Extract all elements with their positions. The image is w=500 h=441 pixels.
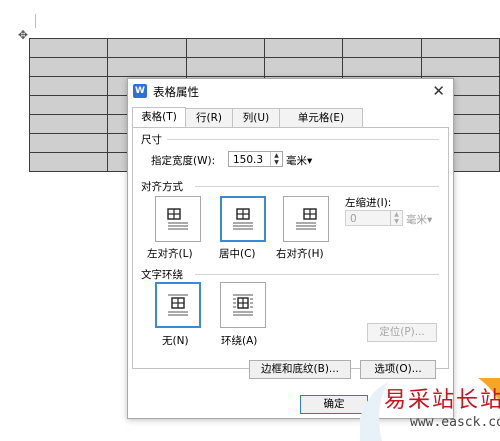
ok-button[interactable]: 确定 (300, 395, 368, 414)
table-cell[interactable] (28, 76, 109, 96)
width-spinner[interactable]: ▲ ▼ (270, 152, 282, 166)
wrap-section-label: 文字环绕 (141, 269, 183, 281)
width-label: 指定宽度(W): (151, 155, 216, 167)
table-cell[interactable] (28, 57, 109, 77)
wrap-around-icon (233, 294, 253, 316)
watermark-text: 易采站长站 (384, 388, 500, 413)
wps-app-icon: W (133, 84, 147, 98)
align-center-label: 居中(C) (219, 248, 256, 260)
indent-unit-dropdown[interactable]: 毫米▾ (406, 212, 432, 227)
table-cell[interactable] (185, 57, 265, 77)
align-center-icon (233, 208, 253, 230)
text-cursor-line (35, 14, 36, 28)
table-cell[interactable] (28, 114, 109, 134)
align-left-icon (167, 208, 188, 230)
align-left-option[interactable] (155, 196, 201, 242)
size-section-label: 尺寸 (141, 134, 162, 146)
indent-input[interactable]: 0 ▲ ▼ (345, 210, 403, 226)
table-cell[interactable] (28, 95, 109, 115)
tab-row[interactable]: 行(R) (185, 108, 233, 127)
table-cell[interactable] (28, 152, 109, 172)
watermark-url: www.easck.com (410, 415, 500, 430)
width-input[interactable]: 150.3 ▲ ▼ (228, 151, 283, 167)
tab-panel-table: 尺寸 指定宽度(W): 150.3 ▲ ▼ 毫米▾ 对齐方式 左对齐(L) 居中… (132, 127, 449, 369)
wrap-none-label: 无(N) (162, 335, 189, 347)
table-cell[interactable] (342, 38, 422, 58)
wrap-none-icon (168, 294, 188, 316)
position-button[interactable]: 定位(P)... (367, 323, 437, 342)
options-button[interactable]: 选项(O)... (360, 360, 436, 379)
wrap-none-option[interactable] (155, 282, 201, 328)
table-properties-dialog: W 表格属性 ✕ 表格(T) 行(R) 列(U) 单元格(E) 尺寸 指定宽度(… (127, 78, 454, 419)
table-cell[interactable] (263, 38, 344, 58)
tab-cell[interactable]: 单元格(E) (279, 108, 363, 127)
table-cell[interactable] (420, 38, 500, 58)
align-section-label: 对齐方式 (141, 181, 183, 193)
move-cross-icon[interactable]: ✥ (16, 28, 30, 42)
table-cell[interactable] (28, 133, 109, 153)
tab-table[interactable]: 表格(T) (132, 107, 186, 128)
align-section-rule (195, 186, 439, 187)
table-cell[interactable] (107, 38, 187, 58)
table-row (28, 57, 500, 77)
table-cell[interactable] (263, 57, 344, 77)
table-cell[interactable] (342, 57, 422, 77)
dialog-titlebar[interactable]: W 表格属性 ✕ (128, 79, 453, 103)
align-right-label: 右对齐(H) (276, 248, 324, 260)
size-section-rule (167, 139, 439, 140)
site-watermark: 易采站长站 www.easck.com (360, 378, 500, 441)
wrap-section-rule (195, 274, 439, 275)
indent-label: 左缩进(I): (345, 197, 392, 209)
borders-shading-button[interactable]: 边框和底纹(B)... (249, 360, 351, 379)
width-unit-dropdown[interactable]: 毫米▾ (286, 153, 312, 168)
table-cell[interactable] (28, 38, 109, 58)
align-left-label: 左对齐(L) (147, 248, 193, 260)
align-center-option[interactable] (220, 196, 266, 242)
indent-spinner[interactable]: ▲ ▼ (390, 211, 402, 225)
align-right-option[interactable] (283, 196, 329, 242)
wrap-around-option[interactable] (220, 282, 266, 328)
width-value: 150.3 (233, 154, 264, 166)
table-cell[interactable] (185, 38, 265, 58)
tab-column[interactable]: 列(U) (232, 108, 280, 127)
wrap-around-label: 环绕(A) (221, 335, 258, 347)
table-cell[interactable] (107, 57, 187, 77)
dialog-title: 表格属性 (153, 85, 199, 99)
close-icon[interactable]: ✕ (432, 82, 445, 100)
table-row (28, 38, 500, 58)
indent-value: 0 (350, 213, 357, 225)
align-right-icon (296, 208, 317, 230)
table-cell[interactable] (420, 57, 500, 77)
